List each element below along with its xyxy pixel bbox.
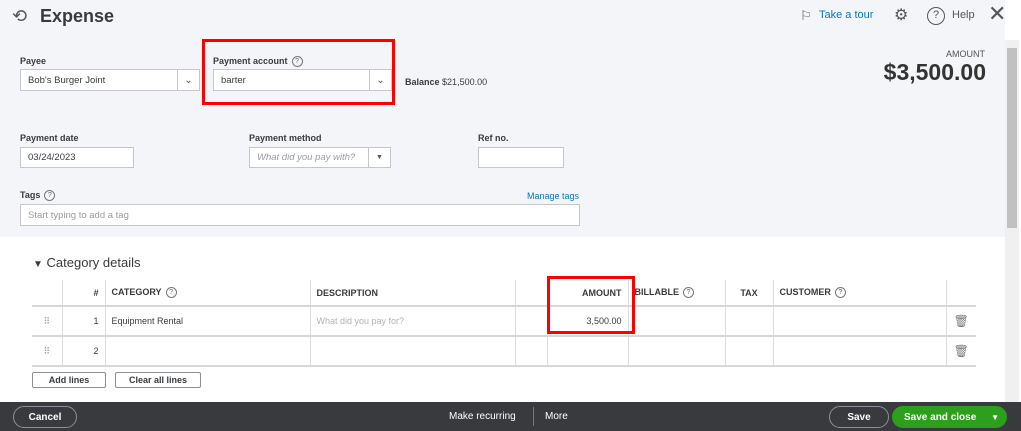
tags-label: Tags?	[20, 190, 56, 202]
payment-account-label: Payment account?	[213, 56, 303, 68]
ref-no-label: Ref no.	[478, 133, 509, 143]
help-icon[interactable]: ?	[927, 7, 945, 25]
category-details-toggle[interactable]: ▼ Category details	[33, 255, 140, 270]
help-icon: ?	[44, 190, 56, 202]
drag-handle-icon[interactable]: ⠿	[32, 306, 63, 336]
table-row: ⠿ 1 Equipment Rental What did you pay fo…	[32, 306, 976, 336]
trash-icon[interactable]: 🗑	[946, 306, 976, 336]
signpost-icon[interactable]: ⚐	[800, 8, 812, 24]
payee-label: Payee	[20, 56, 47, 66]
page-title: Expense	[40, 6, 115, 26]
amount-label: AMOUNT	[946, 49, 985, 59]
caret-down-icon: ▼	[991, 412, 999, 422]
clear-all-lines-button[interactable]: Clear all lines	[115, 372, 201, 388]
payment-method-label: Payment method	[249, 133, 322, 143]
payee-value: Bob's Burger Joint	[28, 74, 106, 86]
help-icon: ?	[291, 56, 303, 68]
divider	[533, 407, 534, 426]
close-icon[interactable]: ✕	[988, 1, 1006, 27]
manage-tags-link[interactable]: Manage tags	[527, 191, 579, 201]
save-and-close-button[interactable]: Save and close ▼	[892, 406, 1007, 428]
more-button[interactable]: More	[545, 411, 568, 422]
balance: Balance $21,500.00	[405, 77, 488, 87]
save-button[interactable]: Save	[829, 406, 889, 428]
tags-input[interactable]: Start typing to add a tag	[20, 204, 580, 226]
highlight-box	[547, 276, 635, 334]
footer-bar: Cancel Make recurring More Save Save and…	[0, 402, 1021, 431]
payment-method-field[interactable]: What did you pay with? ▼	[249, 147, 391, 168]
add-lines-button[interactable]: Add lines	[32, 372, 106, 388]
form-header-area	[0, 0, 1005, 237]
chevron-down-icon[interactable]: ⌄	[177, 70, 199, 90]
total-amount: $3,500.00	[883, 59, 986, 85]
help-icon: ?	[834, 287, 846, 299]
table-row: ⠿ 2 🗑	[32, 336, 976, 366]
payment-account-value: barter	[221, 74, 246, 86]
recent-transactions-icon[interactable]: ⟲	[12, 6, 27, 27]
caret-down-icon: ▼	[33, 259, 43, 270]
payment-account-field[interactable]: barter ⌄	[213, 69, 392, 91]
ref-no-field[interactable]	[478, 147, 564, 168]
caret-down-icon[interactable]: ▼	[368, 148, 390, 167]
gear-icon[interactable]: ⚙	[894, 5, 908, 25]
chevron-down-icon[interactable]: ⌄	[369, 70, 391, 90]
help-icon: ?	[683, 287, 694, 299]
payment-date-label: Payment date	[20, 133, 79, 143]
payee-field[interactable]: Bob's Burger Joint ⌄	[20, 69, 200, 91]
help-link[interactable]: Help	[952, 9, 975, 21]
take-tour-link[interactable]: Take a tour	[819, 9, 873, 21]
category-table: # CATEGORY? DESCRIPTION AMOUNT BILLABLE?…	[32, 280, 976, 367]
drag-handle-icon[interactable]: ⠿	[32, 336, 63, 366]
payment-date-field[interactable]: 03/24/2023	[20, 147, 134, 168]
make-recurring-button[interactable]: Make recurring	[449, 411, 516, 422]
help-icon: ?	[165, 287, 177, 299]
trash-icon[interactable]: 🗑	[946, 336, 976, 366]
cancel-button[interactable]: Cancel	[13, 406, 77, 428]
scrollbar[interactable]	[1005, 40, 1019, 402]
